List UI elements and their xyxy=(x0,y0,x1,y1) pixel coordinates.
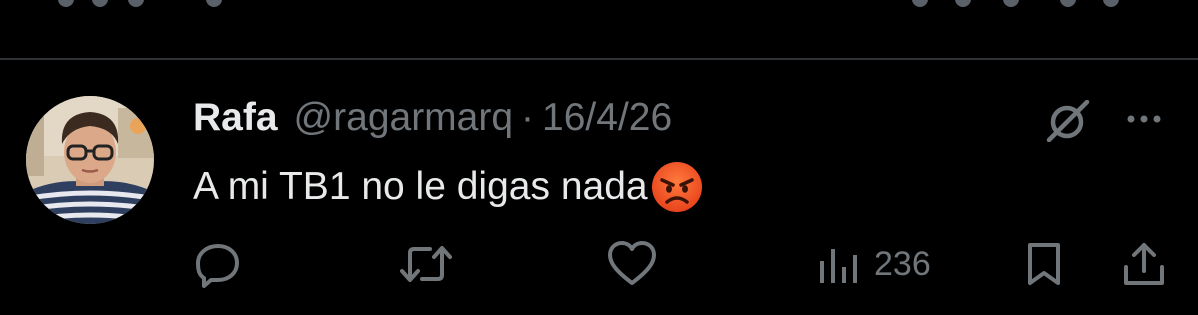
bookmark-icon xyxy=(1028,243,1060,285)
cropped-icon xyxy=(912,0,928,7)
heart-icon xyxy=(608,241,656,285)
views-icon xyxy=(820,249,857,283)
tweet-date[interactable]: 16/4/26 xyxy=(542,96,672,140)
retweet-icon xyxy=(400,246,452,282)
cropped-icon xyxy=(1003,0,1019,7)
cropped-icon xyxy=(58,0,74,7)
cropped-icon xyxy=(955,0,971,7)
more-icon[interactable] xyxy=(1120,100,1168,138)
tweet-text-container: A mi TB1 no le digas nada xyxy=(193,162,704,212)
bookmark-button[interactable] xyxy=(1022,236,1066,292)
like-button[interactable] xyxy=(606,236,658,292)
tweet-header: Rafa @ragarmarq · 16/4/26 xyxy=(193,96,672,140)
tweet[interactable]: Rafa @ragarmarq · 16/4/26 A mi TB1 no le… xyxy=(0,60,1198,315)
author-handle[interactable]: @ragarmarq xyxy=(294,96,514,140)
avatar-image xyxy=(26,96,154,224)
avatar[interactable] xyxy=(26,96,154,224)
views-button[interactable]: 236 xyxy=(816,236,931,292)
reply-button[interactable] xyxy=(193,236,243,292)
views-count: 236 xyxy=(874,244,931,283)
retweet-button[interactable] xyxy=(396,236,456,292)
cropped-icon xyxy=(128,0,144,7)
previous-tweet-actions-strip xyxy=(0,0,1198,12)
cropped-icon xyxy=(92,0,108,7)
cropped-icon xyxy=(206,0,222,7)
angry-face-emoji xyxy=(650,160,704,214)
share-icon xyxy=(1124,243,1164,285)
grok-icon[interactable] xyxy=(1045,99,1091,143)
header-separator: · xyxy=(521,96,535,139)
author-name[interactable]: Rafa xyxy=(193,96,278,140)
tweet-text: A mi TB1 no le digas nada xyxy=(193,165,648,208)
cropped-icon xyxy=(1060,0,1076,7)
reply-icon xyxy=(196,244,239,288)
cropped-icon xyxy=(1103,0,1119,7)
share-button[interactable] xyxy=(1120,236,1168,292)
